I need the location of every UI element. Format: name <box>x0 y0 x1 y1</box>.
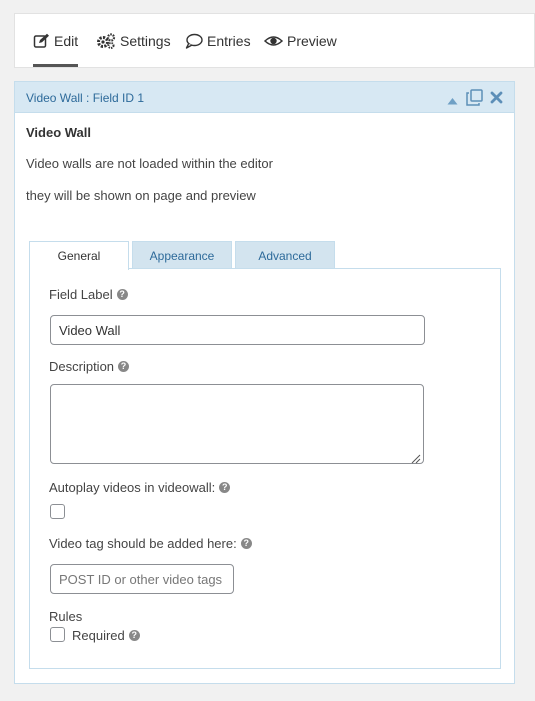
nav-tab-edit-label: Edit <box>54 32 79 49</box>
tab-advanced[interactable]: Advanced <box>235 241 335 269</box>
required-label[interactable]: Required ? <box>72 628 140 643</box>
nav-tab-preview[interactable]: Preview <box>264 14 337 67</box>
video-tag-label: Video tag should be added here: ? <box>49 536 252 551</box>
field-name: Video Wall <box>26 125 92 140</box>
tab-general[interactable]: General <box>29 241 129 270</box>
edit-icon <box>33 33 50 49</box>
description-label: Description ? <box>49 359 130 374</box>
tab-appearance[interactable]: Appearance <box>132 241 232 269</box>
nav-tab-settings-label: Settings <box>120 32 171 49</box>
description-textarea[interactable] <box>50 384 424 464</box>
field-panel-title: Video Wall : Field ID 1 <box>26 91 145 105</box>
duplicate-icon[interactable] <box>466 89 484 111</box>
collapse-arrow-icon[interactable] <box>447 92 458 110</box>
nav-tab-preview-label: Preview <box>287 32 337 49</box>
help-icon[interactable]: ? <box>116 289 128 300</box>
required-checkbox[interactable] <box>50 627 65 642</box>
help-icon[interactable]: ? <box>128 630 140 641</box>
help-icon[interactable]: ? <box>219 482 231 493</box>
field-panel-header[interactable]: Video Wall : Field ID 1 <box>15 82 514 113</box>
nav-tab-entries-label: Entries <box>207 32 251 49</box>
field-label-label: Field Label ? <box>49 287 128 302</box>
field-label-input[interactable] <box>50 315 425 345</box>
notice-line-1: Video walls are not loaded within the ed… <box>26 156 273 171</box>
resize-handle-icon[interactable] <box>410 451 421 469</box>
nav-tab-entries[interactable]: Entries <box>185 14 251 67</box>
rules-label: Rules <box>49 609 83 624</box>
help-icon[interactable]: ? <box>118 361 130 372</box>
nav-tab-settings[interactable]: Settings <box>96 14 171 67</box>
required-label-text: Required <box>72 628 125 643</box>
general-tab-content: Field Label ? Description ? Autoplay vid… <box>29 268 501 669</box>
close-icon[interactable] <box>490 91 503 109</box>
notice-line-2: they will be shown on page and preview <box>26 188 256 203</box>
nav-tab-edit[interactable]: Edit <box>33 14 78 67</box>
autoplay-label-text: Autoplay videos in videowall: <box>49 480 216 495</box>
top-nav-bar: Edit Settings Entries Preview <box>14 13 535 68</box>
autoplay-checkbox[interactable] <box>50 504 65 519</box>
video-tag-input[interactable] <box>50 564 234 594</box>
field-label-text: Field Label <box>49 287 113 302</box>
description-label-text: Description <box>49 359 115 374</box>
gears-icon <box>96 32 116 49</box>
help-icon[interactable]: ? <box>240 538 252 549</box>
eye-icon <box>264 33 283 49</box>
autoplay-label: Autoplay videos in videowall: ? <box>49 480 231 495</box>
video-tag-label-text: Video tag should be added here: <box>49 536 237 551</box>
comment-icon <box>185 33 203 49</box>
field-panel: Video Wall : Field ID 1 Video Wall Video… <box>14 81 515 684</box>
